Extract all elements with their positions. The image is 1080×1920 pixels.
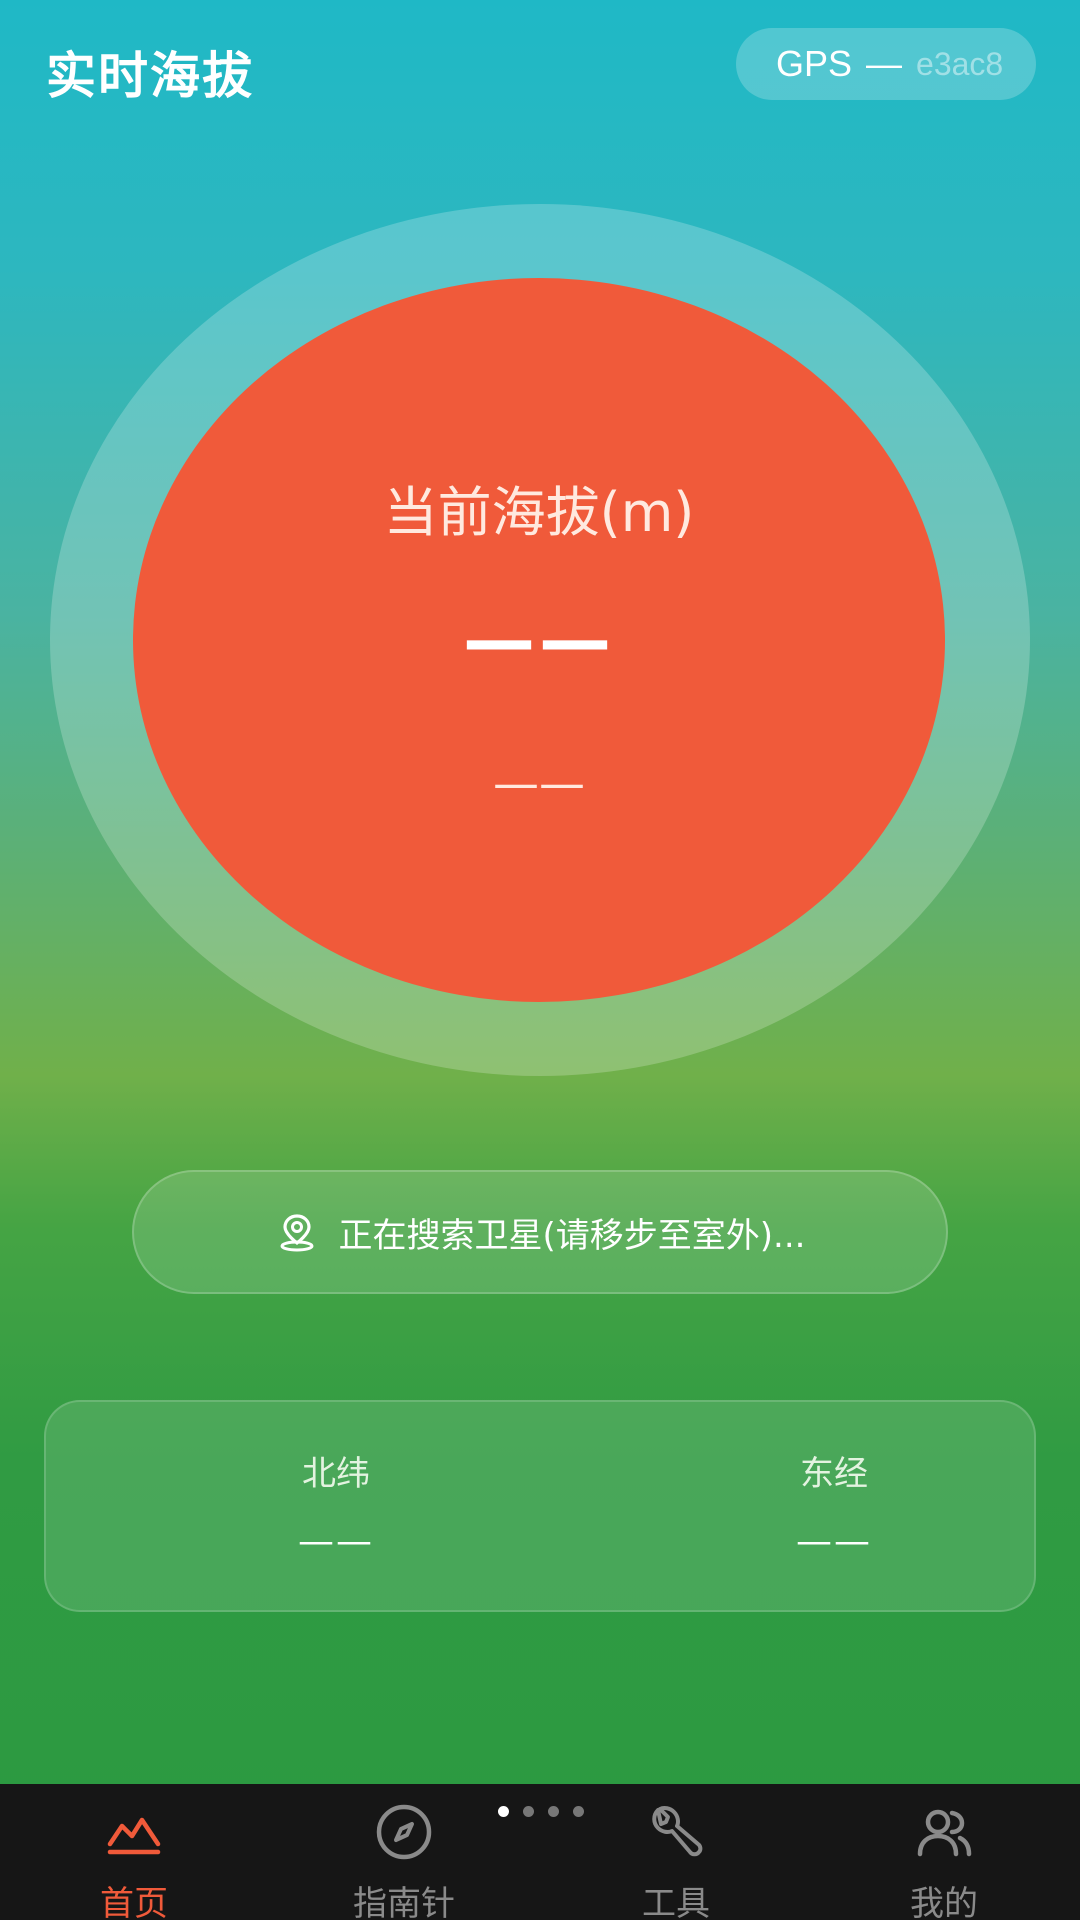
- page-indicator: [498, 1806, 584, 1817]
- altitude-sub-value: ——: [493, 756, 585, 810]
- tab-mine-label: 我的: [910, 1884, 978, 1920]
- people-icon: [917, 1809, 972, 1857]
- mountain-icon: [107, 1817, 161, 1855]
- gps-dash: —: [866, 43, 903, 84]
- tab-tools-label: 工具: [642, 1884, 710, 1920]
- location-pin-icon: [280, 1214, 314, 1252]
- latitude-value: ——: [298, 1521, 374, 1562]
- altitude-dial: 当前海拔(m) —— ——: [133, 278, 945, 1002]
- gps-label: GPS: [776, 43, 853, 84]
- page-title: 实时海拔: [46, 47, 254, 105]
- longitude-label: 东经: [800, 1454, 868, 1494]
- gps-value: e3ac8: [916, 45, 1004, 82]
- tab-tools[interactable]: 工具: [576, 1800, 776, 1920]
- tab-compass-label: 指南针: [353, 1884, 455, 1920]
- tab-home-label: 首页: [100, 1884, 168, 1920]
- coordinates-card: 北纬 —— 东经 ——: [44, 1400, 1036, 1612]
- compass-icon: [376, 1804, 432, 1860]
- altitude-value: ——: [463, 598, 615, 682]
- tab-home[interactable]: 首页: [34, 1800, 234, 1920]
- satellite-status-bar: 正在搜索卫星(请移步至室外)...: [132, 1170, 948, 1294]
- gps-status-pill[interactable]: GPS — e3ac8: [736, 28, 1036, 100]
- latitude-label: 北纬: [302, 1454, 370, 1494]
- longitude-value: ——: [796, 1521, 872, 1562]
- altitude-label: 当前海拔(m): [383, 481, 695, 544]
- longitude-column: 东经 ——: [684, 1446, 984, 1562]
- altitude-screen: 实时海拔 GPS — e3ac8 当前海拔(m) —— —— 正在搜索卫星(请移…: [0, 0, 1080, 1920]
- satellite-status-text: 正在搜索卫星(请移步至室外)...: [338, 1215, 806, 1256]
- page-dot: [523, 1806, 534, 1817]
- tab-mine[interactable]: 我的: [844, 1800, 1044, 1920]
- tab-compass[interactable]: 指南针: [304, 1800, 504, 1920]
- wrench-icon: [652, 1806, 703, 1857]
- latitude-column: 北纬 ——: [186, 1446, 486, 1562]
- page-dot: [548, 1806, 559, 1817]
